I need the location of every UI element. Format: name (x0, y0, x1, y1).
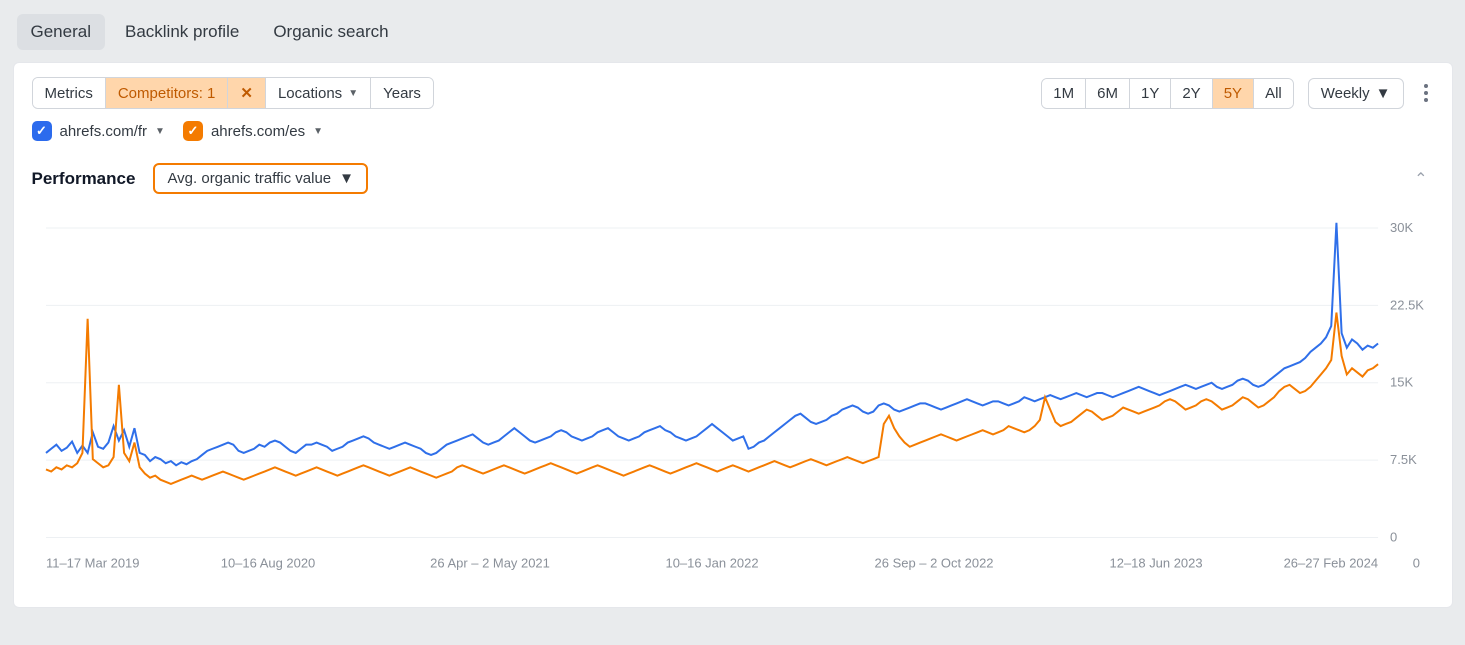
performance-line-chart[interactable]: 0 7.5K 15K 22.5K 30K 11–17 Mar 2019 10–16 Aug… (32, 208, 1434, 587)
years-filter[interactable]: Years (370, 78, 433, 108)
svg-text:10–16 Aug 2020: 10–16 Aug 2020 (220, 555, 314, 570)
metric-select-label: Avg. organic traffic value (167, 170, 331, 187)
range-5y[interactable]: 5Y (1212, 79, 1253, 108)
performance-panel: Metrics Competitors: 1 ✕ Locations ▼ Yea… (13, 62, 1453, 608)
svg-text:12–18 Jun 2023: 12–18 Jun 2023 (1109, 555, 1202, 570)
tab-organic-search[interactable]: Organic search (259, 14, 402, 50)
competitors-filter-label: Competitors: 1 (118, 85, 216, 102)
toolbar: Metrics Competitors: 1 ✕ Locations ▼ Yea… (14, 63, 1452, 115)
metrics-filter[interactable]: Metrics (33, 78, 105, 108)
range-1m[interactable]: 1M (1042, 79, 1085, 108)
checkbox-checked-icon: ✓ (183, 121, 203, 141)
chart-area: 0 7.5K 15K 22.5K 30K 11–17 Mar 2019 10–16 Aug… (14, 198, 1452, 607)
more-menu[interactable] (1418, 78, 1434, 108)
chevron-down-icon: ▼ (339, 170, 354, 187)
chart-header: Performance Avg. organic traffic value ▼… (14, 155, 1452, 198)
chart-title: Performance (32, 169, 136, 189)
series-orange-label: ahrefs.com/es (211, 123, 305, 140)
chevron-down-icon: ▼ (1376, 85, 1391, 102)
svg-text:0: 0 (1412, 555, 1419, 570)
granularity-select[interactable]: Weekly ▼ (1308, 78, 1404, 109)
range-2y[interactable]: 2Y (1170, 79, 1211, 108)
svg-text:7.5K: 7.5K (1390, 452, 1417, 467)
filter-group: Metrics Competitors: 1 ✕ Locations ▼ Yea… (32, 77, 434, 109)
chevron-down-icon: ▼ (155, 126, 165, 137)
checkbox-checked-icon: ✓ (32, 121, 52, 141)
range-1y[interactable]: 1Y (1129, 79, 1170, 108)
locations-filter[interactable]: Locations ▼ (265, 78, 370, 108)
tab-general[interactable]: General (17, 14, 105, 50)
granularity-label: Weekly (1321, 85, 1370, 102)
svg-text:30K: 30K (1390, 220, 1413, 235)
series-toggle-orange[interactable]: ✓ ahrefs.com/es ▼ (183, 121, 323, 141)
main-tabs: General Backlink profile Organic search (13, 12, 1453, 62)
competitors-clear[interactable]: ✕ (227, 78, 265, 108)
series-legend: ✓ ahrefs.com/fr ▼ ✓ ahrefs.com/es ▼ (14, 115, 1452, 155)
svg-text:26 Sep – 2 Oct 2022: 26 Sep – 2 Oct 2022 (874, 555, 993, 570)
chevron-down-icon: ▼ (313, 126, 323, 137)
range-6m[interactable]: 6M (1085, 79, 1129, 108)
close-icon: ✕ (240, 84, 253, 102)
series-blue-label: ahrefs.com/fr (60, 123, 148, 140)
locations-filter-label: Locations (278, 85, 342, 102)
collapse-chart-button[interactable]: ⌃ (1408, 165, 1433, 193)
svg-text:26–27 Feb 2024: 26–27 Feb 2024 (1283, 555, 1377, 570)
svg-text:22.5K: 22.5K (1390, 297, 1424, 312)
metric-select[interactable]: Avg. organic traffic value ▼ (153, 163, 368, 194)
date-range-group: 1M 6M 1Y 2Y 5Y All (1041, 78, 1293, 109)
svg-text:0: 0 (1390, 530, 1397, 545)
svg-text:10–16 Jan 2022: 10–16 Jan 2022 (665, 555, 758, 570)
svg-text:11–17 Mar 2019: 11–17 Mar 2019 (45, 555, 139, 570)
range-all[interactable]: All (1253, 79, 1293, 108)
chevron-up-icon: ⌃ (1414, 171, 1427, 188)
series-toggle-blue[interactable]: ✓ ahrefs.com/fr ▼ (32, 121, 165, 141)
competitors-filter[interactable]: Competitors: 1 (105, 78, 228, 108)
tab-backlink-profile[interactable]: Backlink profile (111, 14, 253, 50)
svg-text:26 Apr – 2 May 2021: 26 Apr – 2 May 2021 (430, 555, 550, 570)
svg-text:15K: 15K (1390, 375, 1413, 390)
chevron-down-icon: ▼ (348, 88, 358, 99)
